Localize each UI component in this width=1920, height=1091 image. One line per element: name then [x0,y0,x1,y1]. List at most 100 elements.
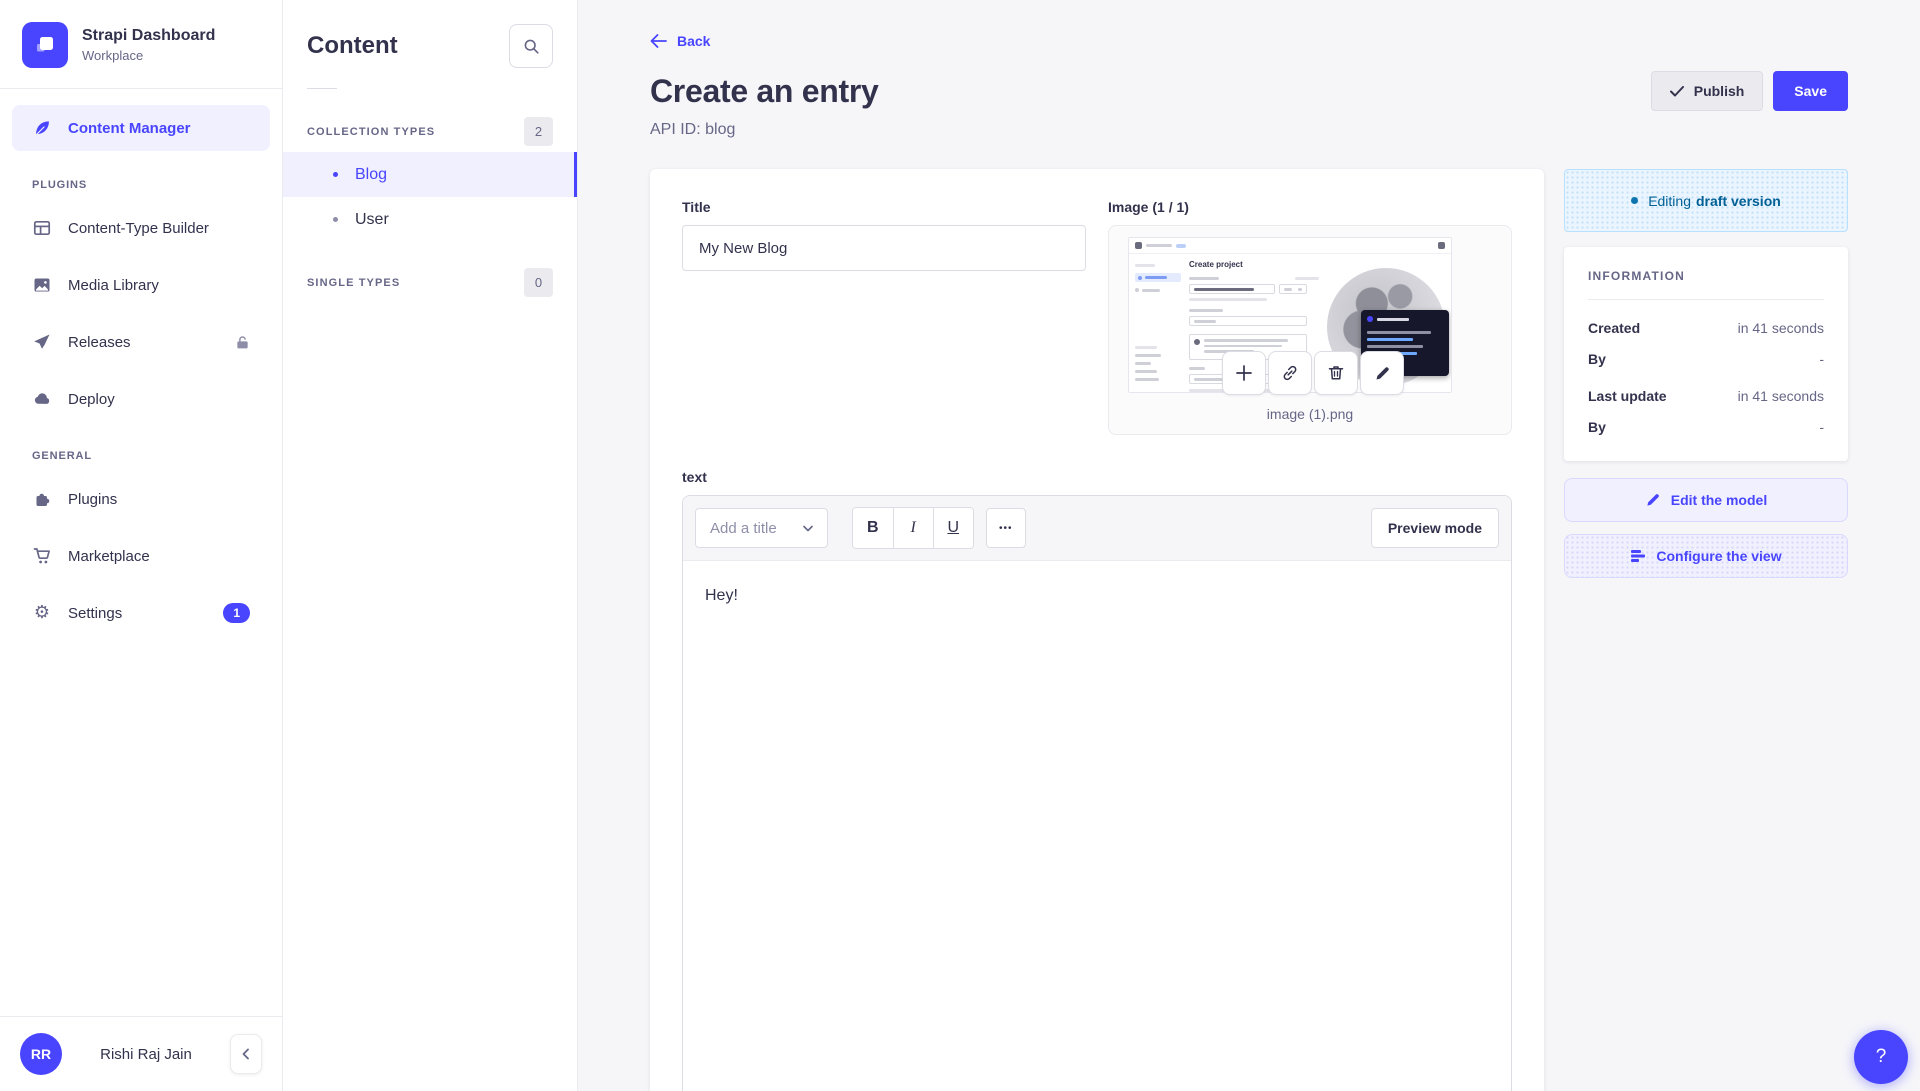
user-avatar[interactable]: RR [20,1033,62,1075]
info-label: Created [1588,320,1640,336]
draft-status-banner: Editing draft version [1564,169,1848,232]
status-dot-icon [1631,197,1638,204]
info-value: - [1819,351,1824,367]
strapi-logo-icon [33,33,57,57]
subnav-item-user[interactable]: User [283,197,577,242]
sidebar-item-deploy[interactable]: Deploy [12,376,270,422]
subnav-item-blog[interactable]: Blog [283,152,577,197]
edit-model-button[interactable]: Edit the model [1564,478,1848,522]
publish-button[interactable]: Publish [1651,71,1764,111]
sidebar-item-label: Settings [68,605,122,622]
thumbnail-topbar [1129,238,1451,254]
api-id-subtitle: API ID: blog [650,121,1848,139]
back-link[interactable]: Back [650,33,710,49]
sidebar-item-marketplace[interactable]: Marketplace [12,533,270,579]
media-actions [1222,351,1404,395]
sidebar-item-label: Content Manager [68,120,191,137]
editor-toolbar: Add a title B I U ••• Preview mode [683,496,1511,561]
lock-icon [235,335,250,350]
sidebar-item-media-library[interactable]: Media Library [12,262,270,308]
sidebar-section-general: GENERAL [32,450,250,462]
edit-media-button[interactable] [1360,351,1404,395]
info-row-created: Created in 41 seconds [1588,320,1824,336]
sidebar-item-settings[interactable]: ⚙ Settings 1 [12,590,270,636]
information-title: INFORMATION [1588,269,1824,283]
puzzle-icon [32,490,52,508]
single-types-label: SINGLE TYPES [307,277,400,289]
search-button[interactable] [509,24,553,68]
chevron-down-icon [803,525,813,532]
main-sidebar: Strapi Dashboard Workplace Content Manag… [0,0,283,1091]
info-value: in 41 seconds [1738,320,1824,336]
sidebar-item-content-manager[interactable]: Content Manager [12,105,270,151]
save-button[interactable]: Save [1773,71,1848,111]
info-label: Last update [1588,388,1667,404]
sidebar-section-plugins: PLUGINS [32,179,250,191]
underline-button[interactable]: U [933,508,973,548]
entry-side-panel: Editing draft version INFORMATION Create… [1564,169,1848,578]
preview-mode-label: Preview mode [1388,520,1482,536]
user-name: Rishi Raj Jain [62,1046,230,1063]
bold-button[interactable]: B [853,508,893,548]
grid-icon [32,219,52,237]
italic-button[interactable]: I [893,508,933,548]
plus-icon [1235,364,1253,382]
sidebar-footer: RR Rishi Raj Jain [0,1016,282,1091]
search-icon [523,38,540,55]
information-card: INFORMATION Created in 41 seconds By - L… [1564,247,1848,461]
notification-badge: 1 [223,603,250,623]
image-field-card: Create project [1108,225,1512,435]
brand: Strapi Dashboard Workplace [0,0,282,88]
editor-content[interactable]: Hey! [683,561,1511,1091]
bullet-icon [333,217,338,222]
sidebar-item-content-type-builder[interactable]: Content-Type Builder [12,205,270,251]
collapse-sidebar-button[interactable] [230,1034,262,1074]
info-label: By [1588,419,1606,435]
add-media-button[interactable] [1222,351,1266,395]
entry-form-card: Title Image (1 / 1) [650,169,1544,1091]
list-icon [1630,549,1646,563]
feather-icon [32,119,52,138]
delete-media-button[interactable] [1314,351,1358,395]
chevron-left-icon [240,1048,252,1060]
workspace-name: Workplace [82,48,215,63]
type-label: Blog [355,166,387,184]
heading-select[interactable]: Add a title [695,508,828,548]
info-row-created-by: By - [1588,351,1824,367]
gear-icon: ⚙ [32,604,52,622]
sidebar-item-label: Content-Type Builder [68,220,209,237]
heading-select-value: Add a title [710,520,777,537]
collection-types-count: 2 [524,117,553,146]
info-label: By [1588,351,1606,367]
back-label: Back [677,33,710,49]
app-title: Strapi Dashboard [82,27,215,45]
copy-link-button[interactable] [1268,351,1312,395]
trash-icon [1327,364,1345,382]
help-button[interactable]: ? [1854,1030,1908,1084]
cloud-icon [32,390,52,408]
preview-mode-button[interactable]: Preview mode [1371,508,1499,548]
info-row-updated-by: By - [1588,419,1824,435]
sidebar-item-plugins[interactable]: Plugins [12,476,270,522]
configure-view-button[interactable]: Configure the view [1564,534,1848,578]
sidebar-item-label: Releases [68,334,131,351]
single-types-count: 0 [524,268,553,297]
divider [307,88,337,89]
more-options-button[interactable]: ••• [986,508,1026,548]
title-input[interactable] [682,225,1086,271]
sidebar-item-label: Marketplace [68,548,150,565]
check-icon [1670,86,1684,97]
arrow-left-icon [650,34,667,48]
thumbnail-heading: Create project [1189,260,1319,270]
sidebar-item-label: Plugins [68,491,117,508]
subnav-title: Content [307,32,398,60]
editor-text: Hey! [705,587,738,604]
format-button-group: B I U [852,507,974,549]
cart-icon [32,547,52,565]
pencil-icon [1645,492,1661,508]
image-icon [32,276,52,294]
page-title: Create an entry [650,73,879,110]
image-filename: image (1).png [1109,406,1511,422]
publish-label: Publish [1694,83,1745,99]
sidebar-item-releases[interactable]: Releases [12,319,270,365]
